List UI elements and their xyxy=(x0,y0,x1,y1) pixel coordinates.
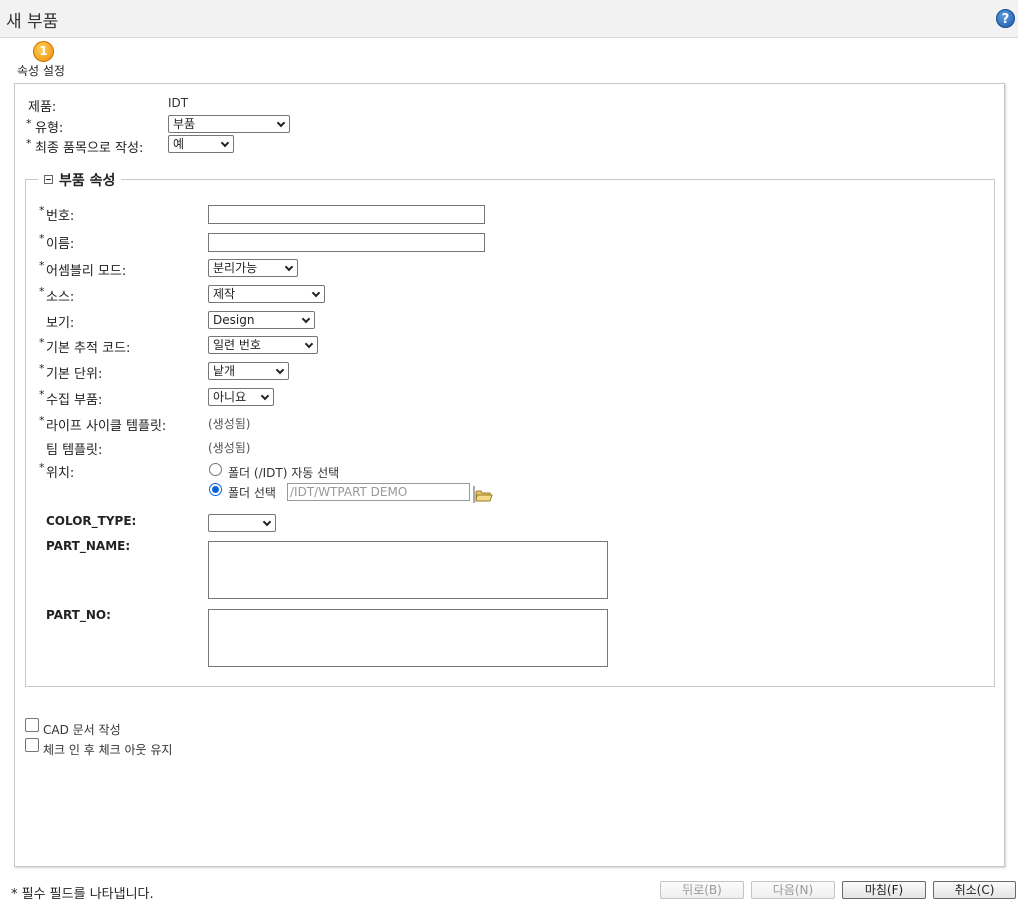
trace-code-select[interactable]: 일련 번호 xyxy=(208,336,318,354)
required-mark: * xyxy=(39,285,45,298)
source-value: 제작 xyxy=(213,287,236,301)
part-no-label: PART_NO: xyxy=(46,608,111,622)
required-mark: * xyxy=(39,461,45,474)
keep-checkout-label[interactable]: 체크 인 후 체크 아웃 유지 xyxy=(43,741,172,758)
chevron-down-icon xyxy=(260,391,270,401)
chevron-down-icon xyxy=(220,138,230,148)
gathering-value: 아니요 xyxy=(213,390,247,404)
cad-doc-label[interactable]: CAD 문서 작성 xyxy=(43,721,121,738)
section-title: 부품 속성 xyxy=(59,173,116,189)
gathering-label: 수집 부품: xyxy=(46,393,103,408)
folder-path-input[interactable]: /IDT/WTPART DEMO xyxy=(287,483,470,501)
chevron-down-icon xyxy=(275,365,285,375)
finish-button[interactable]: 마침(F) xyxy=(842,881,926,899)
assembly-mode-value: 분리가능 xyxy=(213,261,258,275)
team-label: 팀 템플릿: xyxy=(46,443,103,458)
lifecycle-value: (생성됨) xyxy=(208,417,251,431)
required-mark: * xyxy=(39,336,45,349)
chevron-down-icon xyxy=(304,339,314,349)
help-icon[interactable]: ? xyxy=(996,9,1015,28)
source-select[interactable]: 제작 xyxy=(208,285,325,303)
cancel-button[interactable]: 취소(C) xyxy=(933,881,1016,899)
required-mark: * xyxy=(26,137,32,150)
final-item-label: 최종 품목으로 작성: xyxy=(35,141,144,156)
title-bar: 새 부품 ? xyxy=(0,0,1018,38)
chevron-down-icon xyxy=(276,118,286,128)
required-mark: * xyxy=(39,232,45,245)
required-mark: * xyxy=(39,414,45,427)
required-mark: * xyxy=(39,204,45,217)
chevron-down-icon xyxy=(284,262,294,272)
lifecycle-label: 라이프 사이클 템플릿: xyxy=(46,419,167,434)
product-value: IDT xyxy=(168,96,189,110)
number-input[interactable] xyxy=(208,205,485,224)
step-label[interactable]: 속성 설정 xyxy=(17,62,65,79)
section-legend[interactable]: 부품 속성 xyxy=(38,170,122,190)
location-auto-label[interactable]: 폴더 (/IDT) 자동 선택 xyxy=(228,464,339,481)
assembly-mode-select[interactable]: 분리가능 xyxy=(208,259,298,277)
team-value: (생성됨) xyxy=(208,441,251,455)
name-label: 이름: xyxy=(46,237,75,252)
view-label: 보기: xyxy=(46,316,75,331)
chevron-down-icon xyxy=(262,517,272,527)
location-label: 위치: xyxy=(46,466,75,481)
view-value: Design xyxy=(213,313,255,327)
folder-browse-icon[interactable] xyxy=(473,486,493,503)
source-label: 소스: xyxy=(46,290,75,305)
collapse-icon[interactable] xyxy=(44,175,53,184)
type-label: 유형: xyxy=(35,121,64,136)
unit-value: 낱개 xyxy=(213,364,236,378)
back-button[interactable]: 뒤로(B) xyxy=(660,881,744,899)
location-select-label[interactable]: 폴더 선택 xyxy=(228,484,276,501)
unit-label: 기본 단위: xyxy=(46,367,103,382)
gathering-select[interactable]: 아니요 xyxy=(208,388,274,406)
part-name-textarea[interactable] xyxy=(208,541,608,599)
required-mark: * xyxy=(26,117,32,130)
number-label: 번호: xyxy=(46,209,75,224)
assembly-mode-label: 어셈블리 모드: xyxy=(46,264,127,279)
name-input[interactable] xyxy=(208,233,485,252)
final-item-select[interactable]: 예 xyxy=(168,135,234,153)
final-item-select-value: 예 xyxy=(173,137,185,151)
part-no-textarea[interactable] xyxy=(208,609,608,667)
unit-select[interactable]: 낱개 xyxy=(208,362,289,380)
required-mark: * xyxy=(39,388,45,401)
chevron-down-icon xyxy=(301,314,311,324)
chevron-down-icon xyxy=(311,288,321,298)
color-type-select[interactable] xyxy=(208,514,276,532)
color-type-label: COLOR_TYPE: xyxy=(46,514,137,528)
next-button[interactable]: 다음(N) xyxy=(751,881,835,899)
type-select-value: 부품 xyxy=(173,117,196,131)
view-select[interactable]: Design xyxy=(208,311,315,329)
part-name-label: PART_NAME: xyxy=(46,539,131,553)
trace-code-value: 일련 번호 xyxy=(213,338,261,352)
keep-checkout-checkbox[interactable] xyxy=(25,738,39,752)
cad-doc-checkbox[interactable] xyxy=(25,718,39,732)
type-select[interactable]: 부품 xyxy=(168,115,290,133)
step-1-icon[interactable]: 1 xyxy=(33,41,54,62)
product-label: 제품: xyxy=(28,100,57,115)
window-title: 새 부품 xyxy=(6,12,59,32)
trace-code-label: 기본 추적 코드: xyxy=(46,341,131,356)
required-mark: * xyxy=(39,362,45,375)
location-select-radio[interactable] xyxy=(209,483,222,496)
required-fields-note: * 필수 필드를 나타냅니다. xyxy=(11,887,154,902)
location-auto-radio[interactable] xyxy=(209,463,222,476)
required-mark: * xyxy=(39,259,45,272)
